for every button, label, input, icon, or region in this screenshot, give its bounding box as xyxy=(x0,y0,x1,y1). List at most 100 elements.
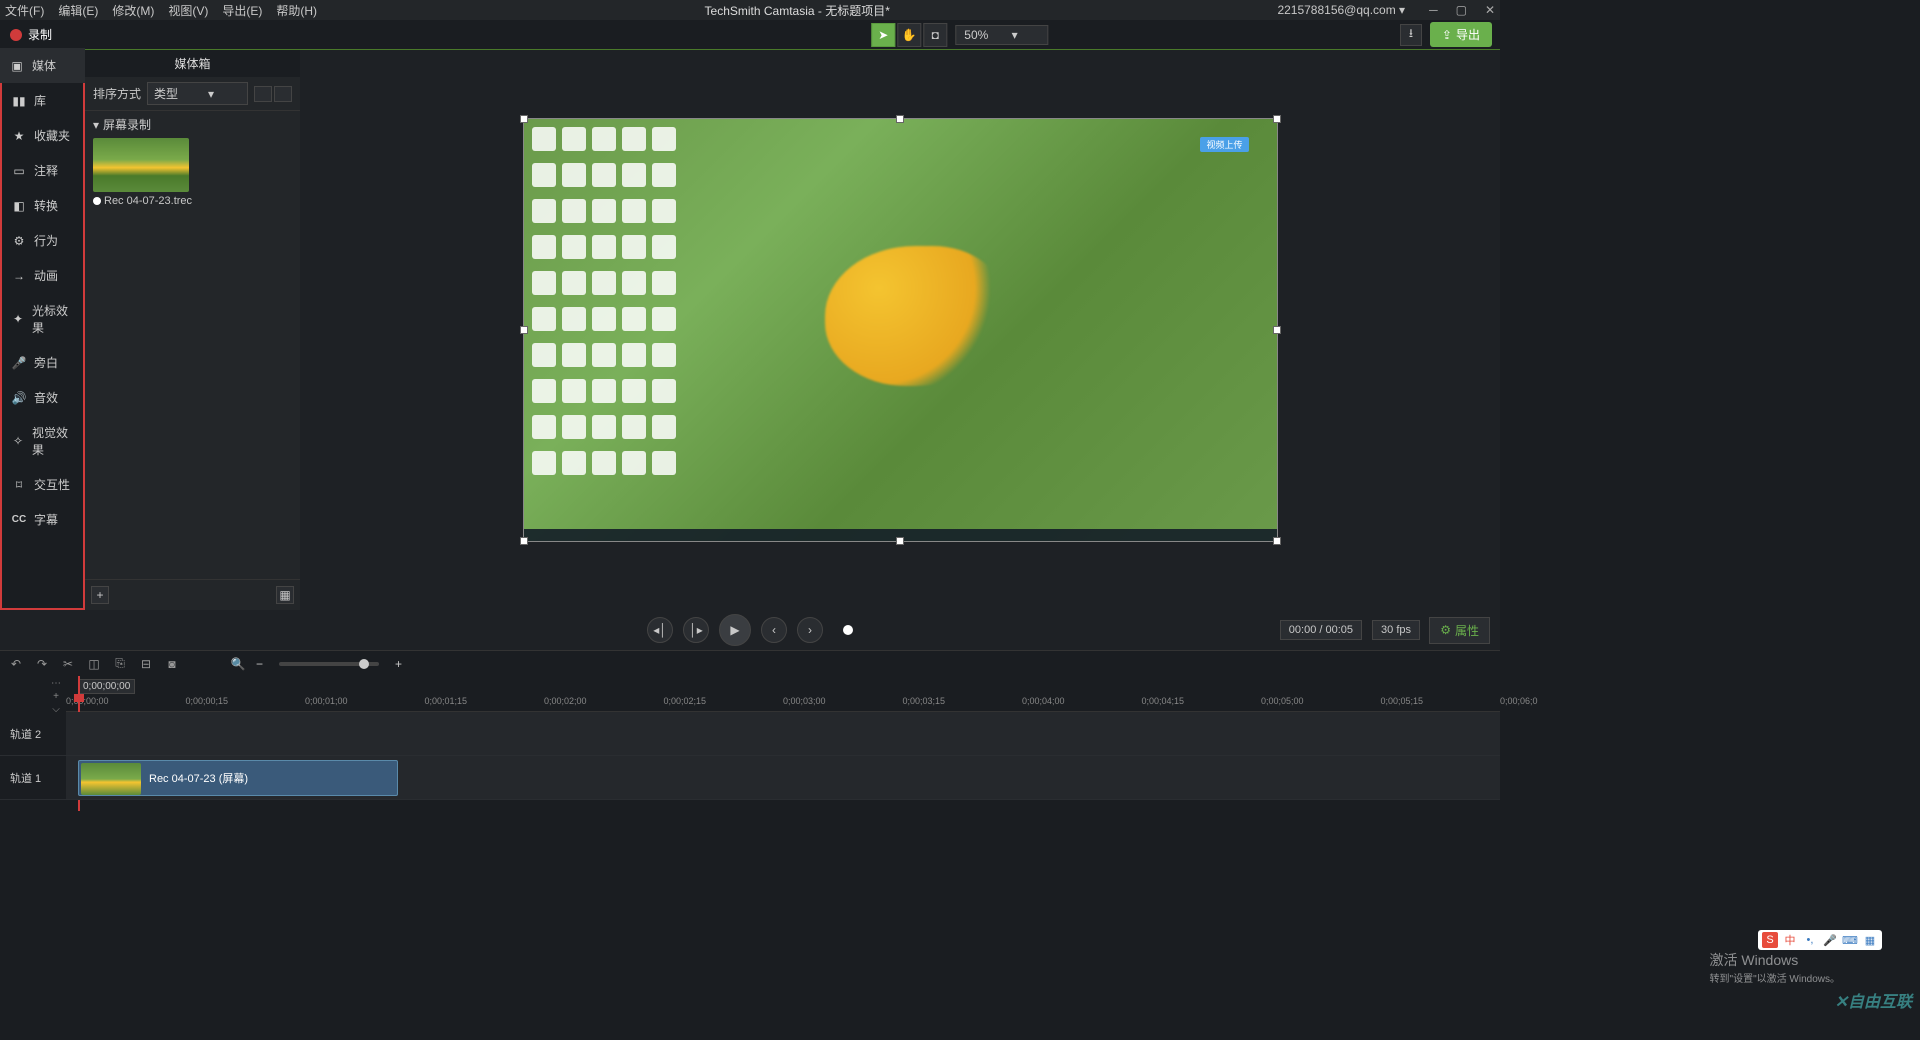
menu-export[interactable]: 导出(E) xyxy=(222,2,262,19)
sidebar-item-audio-effects[interactable]: 🔊 音效 xyxy=(2,380,83,415)
sidebar-label: 收藏夹 xyxy=(34,127,70,144)
timeline-ruler[interactable]: 0;00;00;000;00;00;150;00;01;000;00;01;15… xyxy=(66,694,1500,712)
export-button[interactable]: ⇪ 导出 xyxy=(1430,22,1492,47)
media-panel: 媒体箱 排序方式 类型 ▾ ▾ 屏幕录制 Rec 04-07-23.trec +… xyxy=(85,50,300,610)
ruler-tick: 0;00;02;00 xyxy=(544,696,587,706)
sidebar-item-favorites[interactable]: ★ 收藏夹 xyxy=(2,118,83,153)
ruler-tick: 0;00;00;15 xyxy=(186,696,229,706)
minimize-icon[interactable]: ─ xyxy=(1429,3,1438,17)
time-display: 00:00 / 00:05 xyxy=(1280,620,1362,640)
step-forward-button[interactable]: ‹ xyxy=(761,617,787,643)
timeline-clip[interactable]: Rec 04-07-23 (屏幕) xyxy=(78,760,398,796)
media-group-header[interactable]: ▾ 屏幕录制 xyxy=(85,111,300,138)
menu-modify[interactable]: 修改(M) xyxy=(112,2,154,19)
close-icon[interactable]: ✕ xyxy=(1485,3,1495,17)
crop-tool[interactable]: ◘ xyxy=(923,23,947,47)
sidebar-item-animations[interactable]: → 动画 xyxy=(2,258,83,293)
menu-file[interactable]: 文件(F) xyxy=(5,2,44,19)
sidebar-item-transitions[interactable]: ◧ 转换 xyxy=(2,188,83,223)
media-item[interactable]: Rec 04-07-23.trec xyxy=(85,138,300,210)
clip-label: Rec 04-07-23 (屏幕) xyxy=(149,770,248,786)
interact-icon: ⌑ xyxy=(12,478,26,492)
resize-handle-br[interactable] xyxy=(1273,537,1281,545)
track-2[interactable]: 轨道 2 xyxy=(0,712,1500,756)
sort-select[interactable]: 类型 ▾ xyxy=(147,82,248,105)
ime-keyboard-icon[interactable]: ⌨ xyxy=(1842,932,1858,948)
sidebar-item-interactivity[interactable]: ⌑ 交互性 xyxy=(2,467,83,502)
play-button[interactable]: ▶ xyxy=(719,614,751,646)
resize-handle-mr[interactable] xyxy=(1273,326,1281,334)
add-track-button[interactable]: + xyxy=(50,691,62,702)
track-1[interactable]: 轨道 1 Rec 04-07-23 (屏幕) xyxy=(0,756,1500,800)
ime-grid-icon[interactable]: ▦ xyxy=(1862,932,1878,948)
record-dot-icon xyxy=(93,197,101,205)
media-icon: ▣ xyxy=(10,59,24,73)
canvas-zoom-select[interactable]: 50% ▾ xyxy=(955,25,1048,45)
sidebar-item-captions[interactable]: CC 字幕 xyxy=(2,502,83,537)
resize-handle-tc[interactable] xyxy=(896,115,904,123)
undo-button[interactable]: ↶ xyxy=(8,656,24,672)
resize-handle-bl[interactable] xyxy=(520,537,528,545)
ime-logo-icon: S xyxy=(1762,932,1778,948)
sidebar-item-media[interactable]: ▣ 媒体 xyxy=(0,48,85,83)
track-content[interactable]: Rec 04-07-23 (屏幕) xyxy=(66,756,1500,799)
panel-grid-button[interactable]: ▦ xyxy=(276,586,294,604)
resize-handle-tl[interactable] xyxy=(520,115,528,123)
resize-handle-bc[interactable] xyxy=(896,537,904,545)
track-content[interactable] xyxy=(66,712,1500,755)
view-grid-button[interactable] xyxy=(274,86,292,102)
zoom-search-icon: 🔍 xyxy=(230,656,246,672)
redo-button[interactable]: ↷ xyxy=(34,656,50,672)
paste-button[interactable]: ⎘ xyxy=(112,656,128,672)
resize-handle-tr[interactable] xyxy=(1273,115,1281,123)
maximize-icon[interactable]: ▢ xyxy=(1456,3,1467,17)
sidebar-item-library[interactable]: ▮▮ 库 xyxy=(2,83,83,118)
split-button[interactable]: ⊟ xyxy=(138,656,154,672)
timeline-zoom-slider[interactable] xyxy=(279,662,379,666)
sidebar-label: 音效 xyxy=(34,389,58,406)
record-button[interactable]: 录制 xyxy=(0,26,62,43)
sidebar-label: 注释 xyxy=(34,162,58,179)
zoom-in-button[interactable]: + xyxy=(395,657,402,671)
prev-frame-button[interactable]: ◂│ xyxy=(647,617,673,643)
select-tool[interactable]: ➤ xyxy=(871,23,895,47)
preview-desktop-icons xyxy=(532,127,680,485)
fps-display: 30 fps xyxy=(1372,620,1420,640)
ime-toolbar[interactable]: S 中 •, 🎤 ⌨ ▦ xyxy=(1758,930,1882,950)
ime-lang-icon[interactable]: 中 xyxy=(1782,932,1798,948)
pan-tool[interactable]: ✋ xyxy=(897,23,921,47)
sidebar-item-annotations[interactable]: ▭ 注释 xyxy=(2,153,83,188)
ruler-tick: 0;00;06;0 xyxy=(1500,696,1538,706)
add-media-button[interactable]: + xyxy=(91,586,109,604)
library-icon: ▮▮ xyxy=(12,94,26,108)
menu-view[interactable]: 视图(V) xyxy=(168,2,208,19)
menu-help[interactable]: 帮助(H) xyxy=(276,2,317,19)
cut-button[interactable]: ✂ xyxy=(60,656,76,672)
zoom-out-button[interactable]: − xyxy=(256,657,263,671)
properties-button[interactable]: ⚙ 属性 xyxy=(1429,617,1490,644)
step-back-button[interactable]: │▸ xyxy=(683,617,709,643)
sidebar-label: 行为 xyxy=(34,232,58,249)
canvas-frame[interactable]: 视频上传 xyxy=(523,118,1278,542)
sidebar-item-visual-effects[interactable]: ✧ 视觉效果 xyxy=(2,415,83,467)
track-settings-button[interactable]: ⋯ xyxy=(50,678,62,689)
sidebar-label: 字幕 xyxy=(34,511,58,528)
site-watermark: ✕自由互联 xyxy=(1835,988,1912,1012)
menu-edit[interactable]: 编辑(E) xyxy=(58,2,98,19)
toolbar: 录制 ➤ ✋ ◘ 50% ▾ ⭳ ⇪ 导出 xyxy=(0,20,1500,50)
view-list-button[interactable] xyxy=(254,86,272,102)
sidebar-item-cursor-effects[interactable]: ✦ 光标效果 xyxy=(2,293,83,345)
next-frame-button[interactable]: › xyxy=(797,617,823,643)
sidebar-item-narration[interactable]: 🎤 旁白 xyxy=(2,345,83,380)
ruler-tick: 0;00;03;15 xyxy=(903,696,946,706)
snapshot-button[interactable]: ◙ xyxy=(164,656,180,672)
ime-mic-icon[interactable]: 🎤 xyxy=(1822,932,1838,948)
copy-button[interactable]: ◫ xyxy=(86,656,102,672)
ime-punct-icon[interactable]: •, xyxy=(1802,932,1818,948)
marker-indicator[interactable] xyxy=(843,625,853,635)
account-menu[interactable]: 2215788156@qq.com ▾ xyxy=(1277,3,1405,17)
sidebar-item-behaviors[interactable]: ⚙ 行为 xyxy=(2,223,83,258)
download-button[interactable]: ⭳ xyxy=(1400,24,1422,46)
canvas-area[interactable]: 视频上传 xyxy=(300,50,1500,610)
resize-handle-ml[interactable] xyxy=(520,326,528,334)
